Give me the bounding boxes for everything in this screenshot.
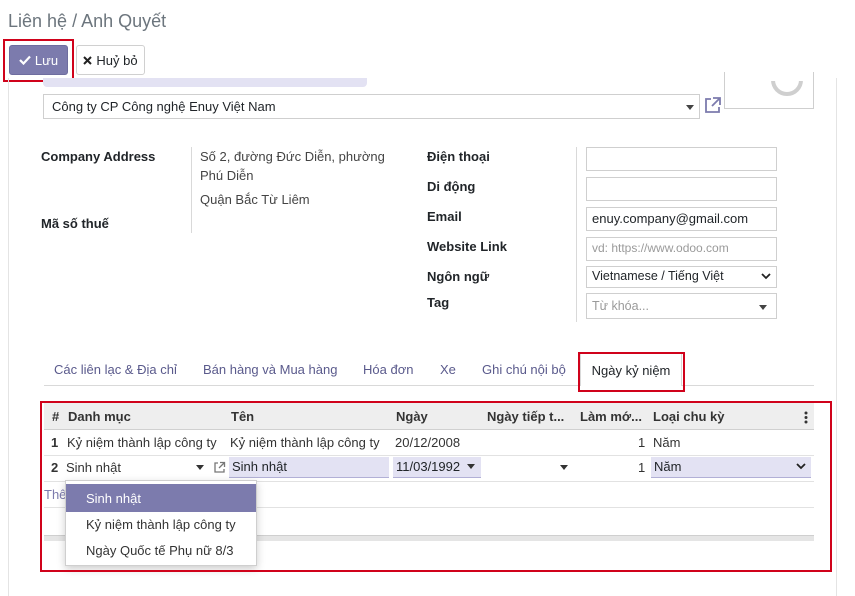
language-value: Vietnamese / Tiếng Việt (592, 269, 724, 283)
avatar[interactable] (724, 72, 814, 109)
chevron-down-icon (686, 105, 694, 110)
row-number: 2 (51, 460, 59, 475)
address-line-3: Quận Bắc Từ Liêm (200, 192, 310, 207)
row-date[interactable]: 20/12/2008 (395, 435, 460, 450)
row-category[interactable]: Kỷ niệm thành lập công ty (67, 435, 217, 450)
chevron-down-icon (796, 463, 806, 470)
column-cycle-type[interactable]: Loại chu kỳ (653, 409, 725, 424)
email-label: Email (427, 209, 462, 224)
dropdown-option-birthday[interactable]: Sinh nhật (66, 484, 256, 512)
close-icon (83, 55, 93, 65)
row-name[interactable]: Kỷ niệm thành lập công ty (230, 435, 380, 450)
tax-label: Mã số thuế (41, 216, 109, 231)
row-cycle-type[interactable]: Năm (653, 435, 680, 450)
row-divider (44, 455, 814, 456)
column-date[interactable]: Ngày (396, 409, 428, 424)
address-line-1: Số 2, đường Đức Diễn, phường (200, 149, 385, 164)
external-link-icon[interactable] (213, 461, 226, 474)
save-button[interactable]: Lưu (9, 45, 68, 75)
row-number: 1 (51, 435, 59, 450)
website-input[interactable]: vd: https://www.odoo.com (586, 237, 777, 261)
check-icon (19, 55, 31, 65)
tab-invoicing[interactable]: Hóa đơn (363, 362, 413, 377)
chevron-down-icon[interactable] (560, 465, 568, 470)
email-field[interactable]: enuy.company@gmail.com (586, 207, 777, 231)
website-label: Website Link (427, 239, 507, 254)
mobile-label: Di động (427, 179, 476, 194)
column-options-icon[interactable] (804, 411, 808, 424)
discard-label: Huỷ bỏ (96, 52, 138, 68)
language-label: Ngôn ngữ (427, 269, 490, 284)
company-address-label: Company Address (41, 149, 156, 164)
chevron-down-icon (761, 273, 771, 280)
column-name[interactable]: Tên (231, 409, 254, 424)
tab-anniversaries[interactable]: Ngày kỷ niệm (580, 353, 682, 386)
chevron-down-icon (196, 465, 204, 470)
row-category-input[interactable]: Sinh nhật (66, 460, 121, 475)
column-repeat[interactable]: Làm mớ... (580, 409, 642, 424)
phone-field[interactable] (586, 147, 777, 171)
company-select[interactable]: Công ty CP Công nghệ Enuy Việt Nam (43, 94, 700, 119)
tag-label: Tag (427, 295, 450, 310)
tab-contacts[interactable]: Các liên lạc & Địa chỉ (54, 362, 177, 377)
sheet-border-right (836, 78, 837, 596)
phone-label: Điện thoại (427, 149, 490, 164)
row-repeat[interactable]: 1 (638, 435, 645, 450)
row-date-input[interactable]: 11/03/1992 (393, 457, 481, 478)
column-next-date[interactable]: Ngày tiếp t... (487, 409, 564, 424)
camera-icon (765, 72, 813, 96)
company-value: Công ty CP Công nghệ Enuy Việt Nam (52, 99, 276, 114)
tab-vehicles[interactable]: Xe (440, 362, 456, 377)
tab-sales-purchase[interactable]: Bán hàng và Mua hàng (203, 362, 337, 377)
breadcrumb-separator: / (67, 11, 82, 31)
category-dropdown: Sinh nhật Kỷ niệm thành lập công ty Ngày… (65, 480, 257, 566)
table-header: # Danh mục Tên Ngày Ngày tiếp t... Làm m… (44, 403, 814, 430)
dropdown-option-founding[interactable]: Kỷ niệm thành lập công ty (66, 510, 256, 538)
chevron-down-icon (759, 305, 767, 310)
mobile-field[interactable] (586, 177, 777, 201)
column-number: # (52, 409, 60, 424)
address-divider (191, 147, 192, 233)
contact-divider (576, 147, 577, 322)
tag-input[interactable]: Từ khóa... (586, 293, 777, 319)
breadcrumb-parent[interactable]: Liên hệ (8, 11, 67, 31)
discard-button[interactable]: Huỷ bỏ (76, 45, 145, 75)
sheet-border-left (8, 78, 9, 596)
dropdown-option-womens-day[interactable]: Ngày Quốc tế Phụ nữ 8/3 (66, 536, 256, 564)
add-line-link[interactable]: Thê (44, 487, 66, 502)
row-date-value: 11/03/1992 (396, 459, 461, 474)
row-repeat-input[interactable]: 1 (638, 460, 645, 475)
tag-placeholder: Từ khóa... (592, 299, 650, 313)
external-link-icon[interactable] (703, 96, 722, 115)
breadcrumb: Liên hệ / Anh Quyết (8, 11, 166, 32)
language-select[interactable]: Vietnamese / Tiếng Việt (586, 266, 777, 288)
breadcrumb-current: Anh Quyết (81, 11, 167, 31)
row-name-input[interactable]: Sinh nhật (229, 457, 389, 478)
tabs-divider (44, 385, 814, 386)
tab-internal-notes[interactable]: Ghi chú nội bộ (482, 362, 566, 377)
address-line-2: Phú Diễn (200, 168, 254, 183)
chevron-down-icon (467, 464, 475, 469)
row-cycle-value: Năm (654, 459, 682, 474)
save-label: Lưu (34, 52, 59, 68)
row-cycle-select[interactable]: Năm (651, 457, 811, 478)
column-category[interactable]: Danh mục (68, 409, 131, 424)
name-field-strip (43, 78, 367, 87)
